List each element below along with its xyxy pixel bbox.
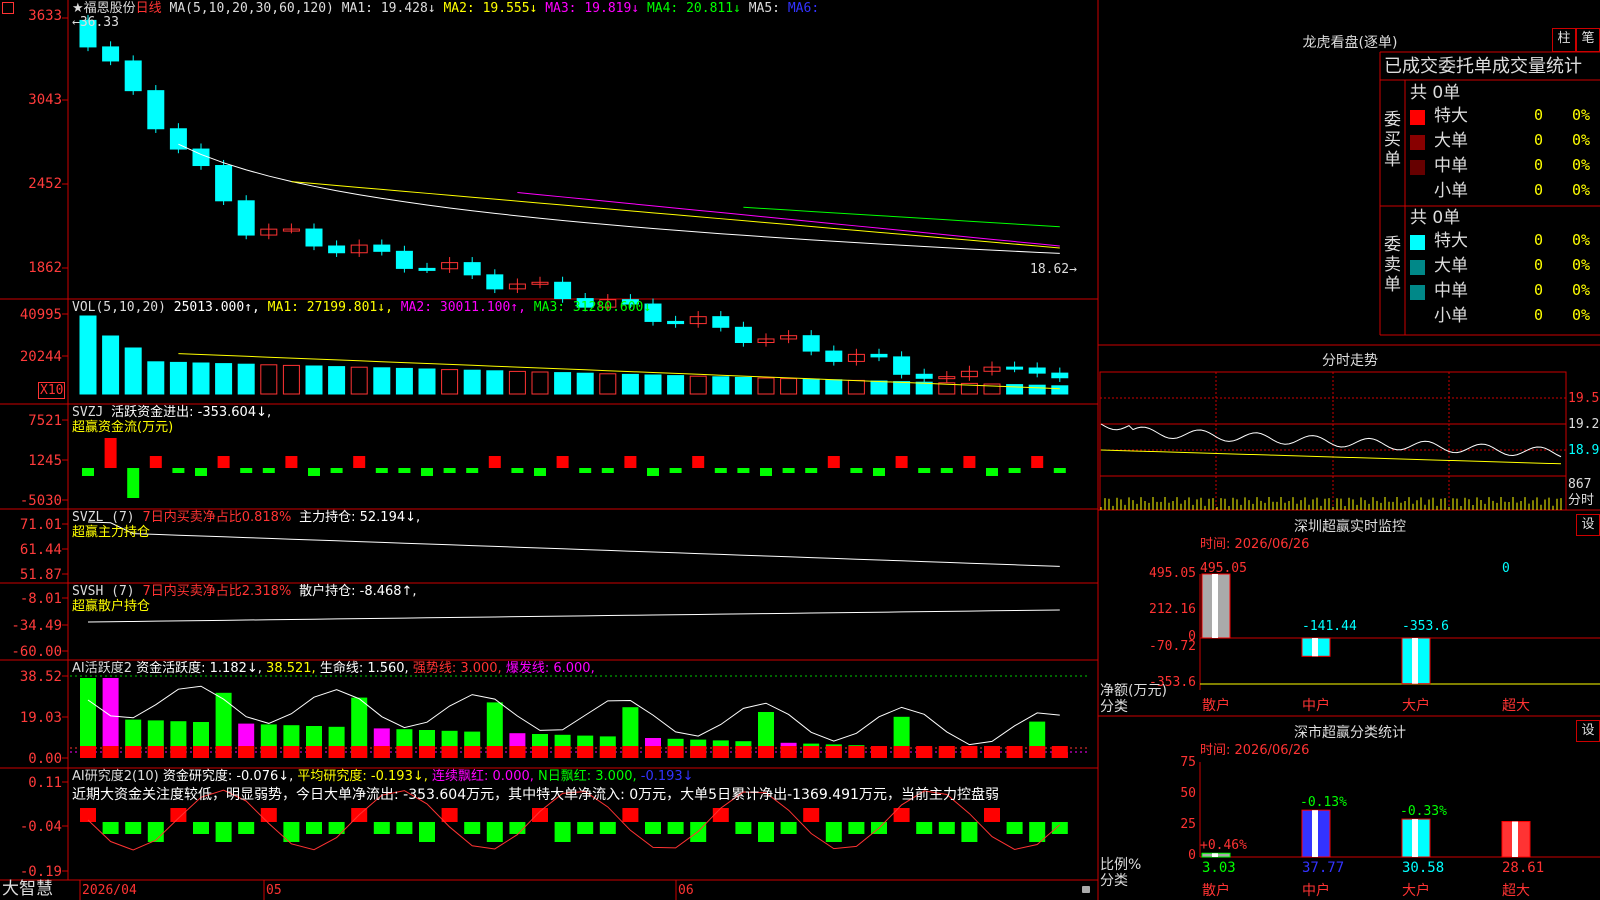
classify-bar-highlight (1312, 810, 1318, 857)
classify-bar-highlight (1512, 821, 1518, 857)
classify-category-label: 散户 (1202, 882, 1230, 899)
classify-axis-label: 75 (1180, 755, 1196, 770)
classify-axis-label: 25 (1180, 817, 1196, 832)
classify-delta-label: -0.13% (1300, 795, 1347, 810)
classify-delta-label: +0.46% (1200, 838, 1247, 853)
classify-category-label: 超大 (1502, 883, 1530, 899)
classify-category-label: 中户 (1302, 882, 1330, 899)
classify-value-label: 30.58 (1402, 860, 1444, 876)
classify-bar-highlight (1412, 819, 1418, 857)
classify-xlabel: 分类 (1100, 873, 1128, 889)
classify-bar-highlight (1212, 853, 1218, 857)
classify-ylabel: 比例% (1100, 857, 1142, 873)
classify-category-label: 大户 (1402, 882, 1430, 899)
classify-value-label: 37.77 (1302, 860, 1344, 876)
classify-value-label: 28.61 (1502, 860, 1544, 876)
classify-value-label: 3.03 (1202, 860, 1236, 876)
classify-bar-chart: +0.46% 3.03 散户 -0.13% 37.77 中户 -0.33% 30.58 大户 28… (1199, 762, 1600, 899)
classify-delta-label: -0.33% (1400, 804, 1447, 819)
classify-axis-label: 50 (1180, 786, 1196, 801)
